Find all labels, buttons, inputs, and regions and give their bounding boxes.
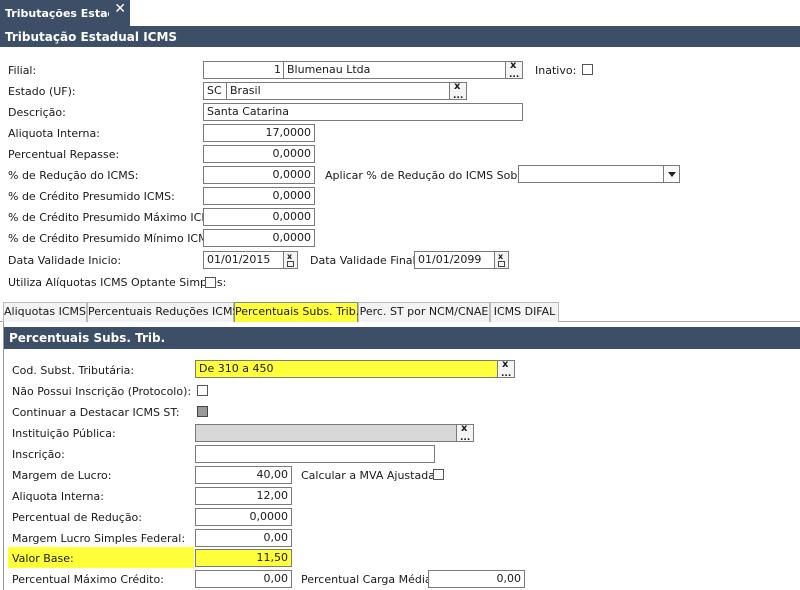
descricao-input[interactable]: Santa Catarina bbox=[203, 103, 523, 121]
aplicar-reducao-select[interactable] bbox=[518, 165, 680, 183]
estado-lookup-button[interactable]: x ... bbox=[449, 82, 467, 101]
tab-aliquotas-icms[interactable]: Aliquotas ICMS bbox=[3, 302, 87, 322]
data-final-calendar-button[interactable]: x bbox=[494, 251, 509, 269]
data-inicio-label: Data Validade Inicio: bbox=[8, 254, 122, 267]
optante-simples-checkbox[interactable] bbox=[205, 277, 216, 288]
subst-aliquota-interna-label: Aliquota Interna: bbox=[12, 490, 104, 503]
calcular-mva-checkbox[interactable] bbox=[433, 469, 444, 480]
reducao-icms-label: % de Redução do ICMS: bbox=[8, 169, 139, 182]
percentual-reducao-input[interactable]: 0,0000 bbox=[195, 508, 292, 526]
inativo-label: Inativo: bbox=[535, 64, 577, 77]
percentual-max-credito-label: Percentual Máximo Crédito: bbox=[12, 573, 164, 586]
document-tab-title: Tributações Estaduais bbox=[5, 6, 109, 20]
percentual-repasse-input[interactable]: 0,0000 bbox=[203, 145, 315, 163]
page-title: Tributação Estadual ICMS bbox=[0, 26, 800, 47]
subst-panel-title: Percentuais Subs. Trib. bbox=[4, 327, 800, 349]
data-final-input[interactable]: 01/01/2099 bbox=[414, 251, 495, 269]
tab-perc-st-ncm-cnae[interactable]: Perc. ST por NCM/CNAE bbox=[358, 302, 490, 322]
chevron-down-icon[interactable] bbox=[663, 166, 679, 182]
credito-presumido-input[interactable]: 0,0000 bbox=[203, 187, 315, 205]
filial-name-input[interactable]: Blumenau Ltda bbox=[283, 61, 506, 79]
estado-pais-input[interactable]: Brasil bbox=[226, 82, 450, 100]
document-tab[interactable]: Tributações Estaduais ✕ bbox=[0, 0, 130, 26]
data-inicio-calendar-button[interactable]: x bbox=[283, 251, 298, 269]
estado-uf-input[interactable]: SC bbox=[203, 82, 227, 100]
inativo-checkbox[interactable] bbox=[582, 64, 593, 75]
inscricao-input[interactable] bbox=[195, 445, 435, 463]
credito-presumido-min-input[interactable]: 0,0000 bbox=[203, 229, 315, 247]
optante-simples-label: Utiliza Alíquotas ICMS Optante Simples: bbox=[8, 276, 227, 289]
percentual-max-credito-input[interactable]: 0,00 bbox=[195, 570, 292, 588]
lookup-ellipsis-icon: ... bbox=[509, 70, 520, 80]
calendar-icon bbox=[498, 261, 505, 267]
lookup-ellipsis-icon: ... bbox=[501, 369, 512, 379]
continuar-destacar-label: Continuar a Destacar ICMS ST: bbox=[12, 406, 180, 419]
filial-code-input[interactable]: 1 bbox=[203, 61, 284, 79]
filial-label: Filial: bbox=[8, 64, 37, 77]
credito-presumido-min-label: % de Crédito Presumido Mínimo ICMS: bbox=[8, 232, 219, 245]
tab-percentuais-reducoes[interactable]: Percentuais Reduções ICMS bbox=[87, 302, 239, 322]
percentual-carga-media-label: Percentual Carga Média: bbox=[301, 573, 436, 586]
calendar-icon bbox=[287, 261, 294, 267]
nao-possui-inscricao-checkbox[interactable] bbox=[197, 385, 208, 396]
cod-subst-lookup-button[interactable]: x ... bbox=[497, 360, 515, 379]
cod-subst-label: Cod. Subst. Tributária: bbox=[12, 364, 135, 377]
page-title-text: Tributação Estadual ICMS bbox=[5, 29, 178, 44]
credito-presumido-max-input[interactable]: 0,0000 bbox=[203, 208, 315, 226]
margem-lucro-input[interactable]: 40,00 bbox=[195, 466, 292, 484]
aplicar-reducao-label: Aplicar % de Redução do ICMS Sobre: bbox=[325, 169, 533, 182]
reducao-icms-input[interactable]: 0,0000 bbox=[203, 166, 315, 184]
tab-icms-difal[interactable]: ICMS DIFAL bbox=[490, 302, 559, 322]
valor-base-label: Valor Base: bbox=[12, 552, 74, 565]
margem-simples-label: Margem Lucro Simples Federal: bbox=[12, 532, 186, 545]
percentual-repasse-label: Percentual Repasse: bbox=[8, 148, 120, 161]
subst-panel-title-text: Percentuais Subs. Trib. bbox=[9, 331, 166, 345]
estado-label: Estado (UF): bbox=[8, 85, 76, 98]
clear-icon: x bbox=[287, 252, 293, 261]
instituicao-publica-lookup-button[interactable]: x ... bbox=[456, 424, 474, 443]
data-final-label: Data Validade Final: bbox=[310, 254, 420, 267]
margem-simples-input[interactable]: 0,00 bbox=[195, 529, 292, 547]
percentual-reducao-label: Percentual de Redução: bbox=[12, 511, 142, 524]
tab-percentuais-subs-trib[interactable]: Percentuais Subs. Trib. bbox=[234, 302, 359, 322]
continuar-destacar-checkbox[interactable] bbox=[197, 406, 208, 417]
section-tab-bar: Aliquotas ICMS Percentuais Reduções ICMS… bbox=[0, 302, 800, 322]
descricao-label: Descrição: bbox=[8, 106, 66, 119]
nao-possui-inscricao-label: Não Possui Inscrição (Protocolo): bbox=[12, 385, 192, 398]
inscricao-label: Inscrição: bbox=[12, 448, 65, 461]
data-inicio-input[interactable]: 01/01/2015 bbox=[203, 251, 284, 269]
percentual-carga-media-input[interactable]: 0,00 bbox=[428, 570, 525, 588]
aliquota-interna-label: Aliquota Interna: bbox=[8, 127, 100, 140]
margem-lucro-label: Margem de Lucro: bbox=[12, 469, 112, 482]
clear-icon: x bbox=[498, 252, 504, 261]
instituicao-publica-label: Instituição Pública: bbox=[12, 427, 116, 440]
lookup-ellipsis-icon: ... bbox=[453, 91, 464, 101]
subst-aliquota-interna-input[interactable]: 12,00 bbox=[195, 487, 292, 505]
valor-base-input[interactable]: 11,50 bbox=[195, 549, 292, 567]
close-icon[interactable]: ✕ bbox=[114, 1, 126, 17]
credito-presumido-max-label: % de Crédito Presumido Máximo ICMS: bbox=[8, 211, 222, 224]
filial-lookup-button[interactable]: x ... bbox=[505, 61, 523, 80]
lookup-ellipsis-icon: ... bbox=[460, 433, 471, 443]
calcular-mva-label: Calcular a MVA Ajustada: bbox=[301, 469, 439, 482]
credito-presumido-label: % de Crédito Presumido ICMS: bbox=[8, 190, 175, 203]
instituicao-publica-input[interactable] bbox=[195, 424, 457, 442]
cod-subst-input[interactable]: De 310 a 450 bbox=[195, 360, 498, 378]
aliquota-interna-input[interactable]: 17,0000 bbox=[203, 124, 315, 142]
